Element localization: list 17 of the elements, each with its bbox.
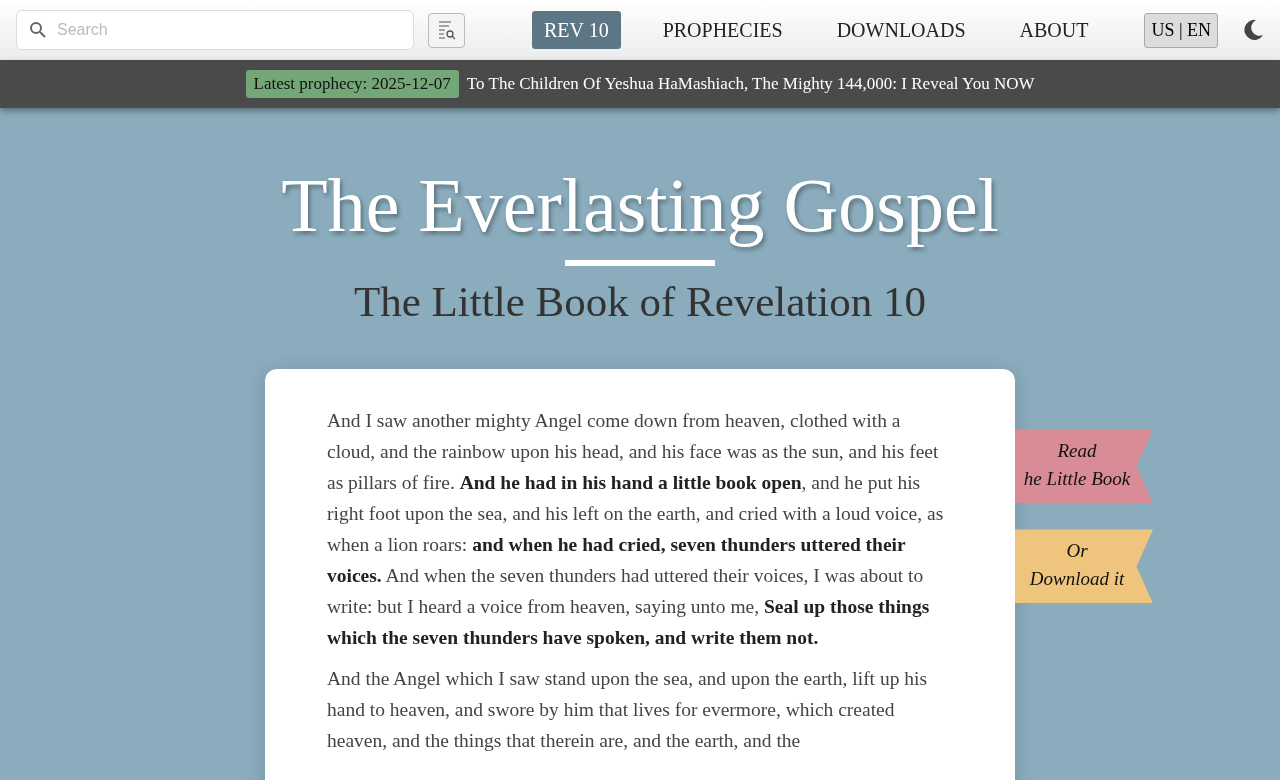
nav-link[interactable]: DOWNLOADS <box>824 11 978 49</box>
nav-link[interactable]: REV 10 <box>532 11 621 49</box>
page-subtitle: The Little Book of Revelation 10 <box>353 276 927 327</box>
search-filter-button[interactable] <box>428 12 465 48</box>
nav-link[interactable]: PROPHECIES <box>650 11 795 49</box>
ribbon-link[interactable]: Or Download it <box>1015 529 1153 604</box>
scripture-paragraph: And I saw another mighty Angel come down from heaven, clothed with a cloud, and the rainbow upon his head, and his face was as the sun, and his feet as pillars of fire. And he had in his hand a little book open, and he put his right foot upon the sea, and his left on the earth, and cried with a loud voice, as when a lion roars: and when he had cried, seven thunders uttered their voices. And when the seven thunders had uttered their voices, I was about to write: but I heard a voice from heaven, saying unto me, Seal up those things which the seven thunders have spoken, and write them not. <box>327 409 945 651</box>
ribbon-link[interactable]: Read he Little Book <box>1015 429 1153 504</box>
list-search-icon <box>437 20 456 40</box>
language-button[interactable]: US | EN <box>1144 12 1219 48</box>
scripture-paragraph: And the Angel which I saw stand upon the sea, and upon the earth, lift up his hand to heaven, and swore by him that lives for evermore, which created heaven, and the things that therein are, and the earth, and the <box>327 667 929 754</box>
latest-prophecy-badge: Latest prophecy: 2025-12-07 <box>245 70 459 98</box>
headline-link[interactable]: To The Children Of Yeshua HaMashiach, The Mighty 144,000: I Reveal You NOW <box>466 71 1035 97</box>
page-title: The Everlasting Gospel <box>280 166 1000 246</box>
moon-icon[interactable] <box>1242 19 1264 41</box>
nav-link[interactable]: ABOUT <box>1007 11 1101 49</box>
search-field[interactable]: Search <box>16 10 414 50</box>
